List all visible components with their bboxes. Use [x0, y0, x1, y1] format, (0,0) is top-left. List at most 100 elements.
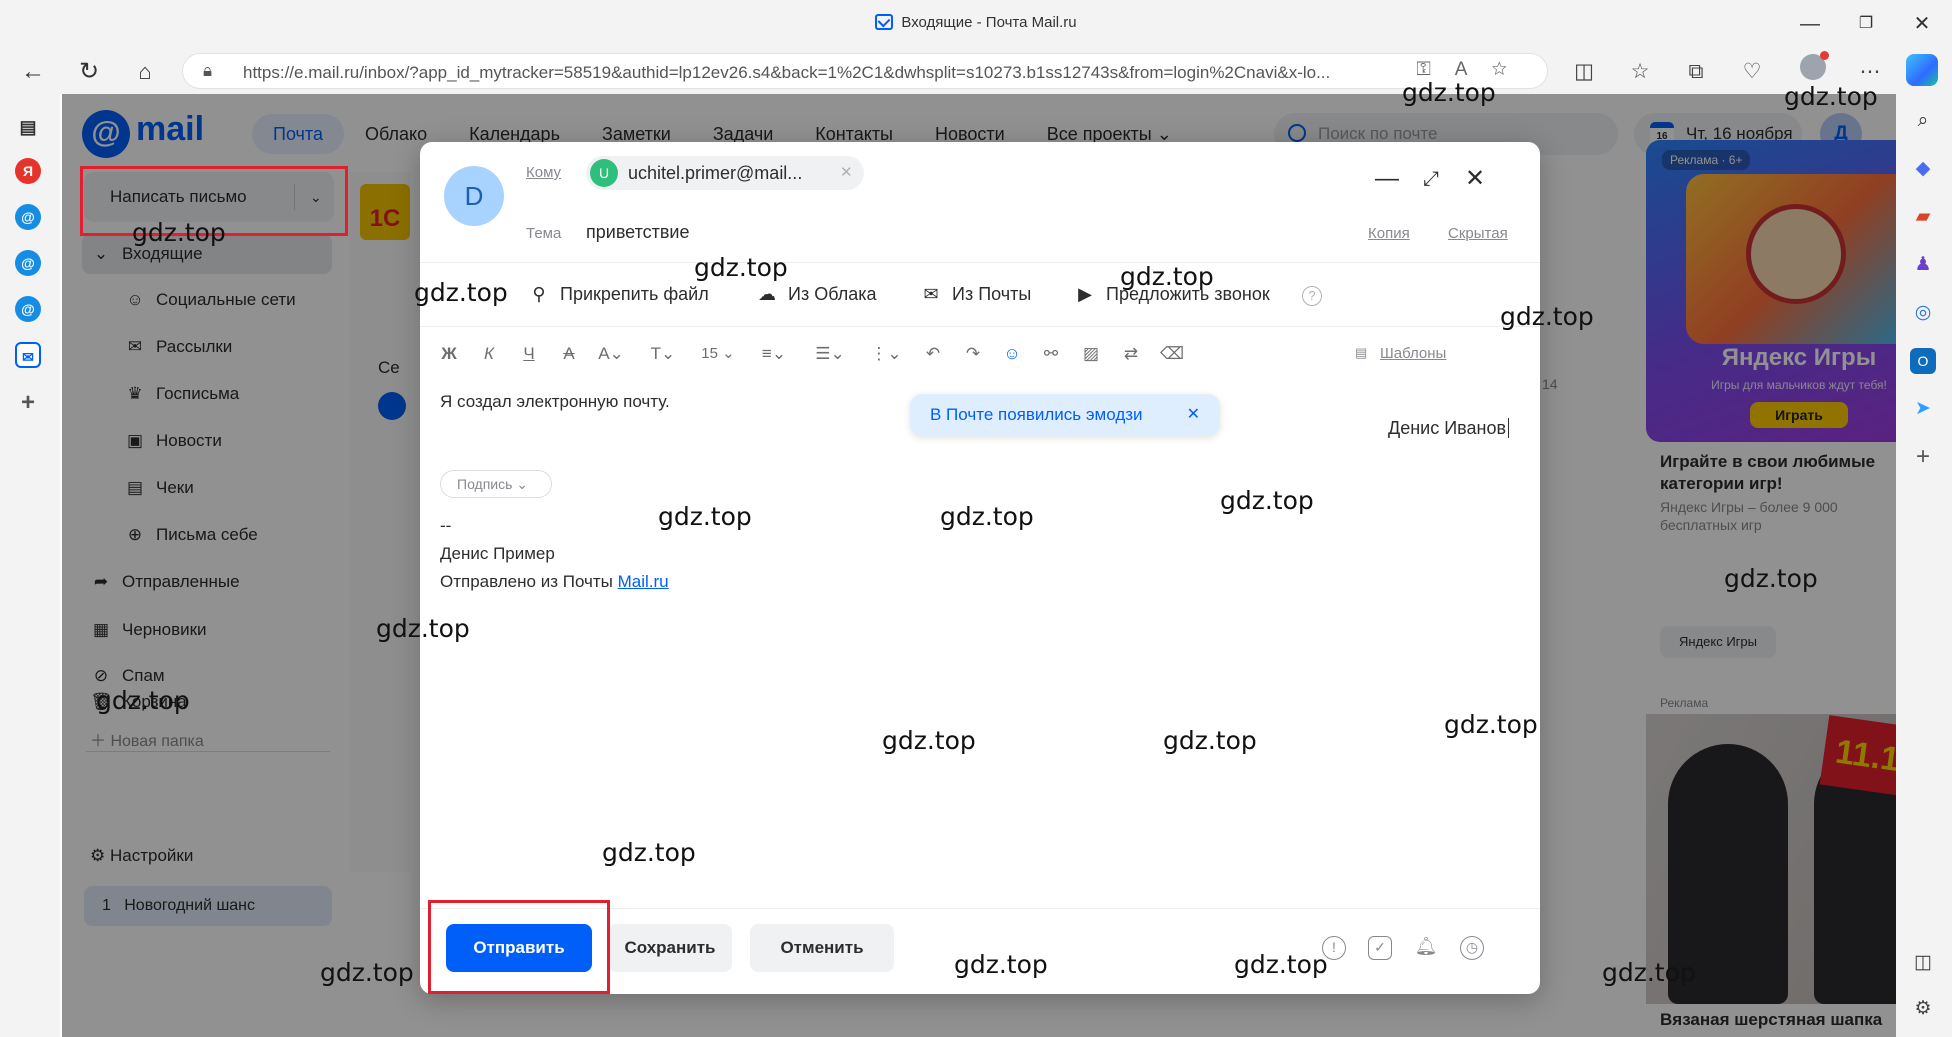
- message-body-line[interactable]: Я создал электронную почту.: [440, 392, 670, 412]
- back-arrow-icon[interactable]: ←: [16, 55, 50, 89]
- read-receipt-icon[interactable]: ✓: [1368, 936, 1392, 960]
- signature-sent-from: Отправлено из Почты Mail.ru: [440, 568, 669, 596]
- favorite-star-icon[interactable]: ☆: [1491, 59, 1531, 80]
- recipient-initial: U: [590, 159, 618, 187]
- indent-icon[interactable]: ☰⌄: [812, 342, 848, 366]
- typed-name[interactable]: Денис Иванов: [1388, 418, 1509, 439]
- tab-actions-icon[interactable]: ▤: [15, 114, 41, 140]
- italic-icon[interactable]: К: [478, 342, 500, 366]
- read-aloud-icon[interactable]: A: [1455, 59, 1492, 80]
- home-icon[interactable]: ⌂: [128, 55, 162, 89]
- mail-at-icon-2[interactable]: @: [15, 250, 41, 276]
- watermark: gdz.top: [1724, 564, 1818, 593]
- chevron-down-icon: ⌄: [516, 476, 529, 492]
- reminder-bell-icon[interactable]: 🔔︎: [1414, 936, 1438, 960]
- image-icon[interactable]: ▨: [1080, 342, 1102, 366]
- favorites-icon[interactable]: ☆: [1624, 56, 1656, 88]
- mail-at-icon[interactable]: @: [15, 204, 41, 230]
- search-sidebar-icon[interactable]: ⌕: [1910, 108, 1936, 134]
- cc-link[interactable]: Копия: [1368, 225, 1410, 242]
- eraser-icon[interactable]: ⌫: [1160, 342, 1184, 366]
- close-window-button[interactable]: ✕: [1902, 10, 1942, 38]
- reload-icon[interactable]: ↻: [72, 55, 106, 89]
- translate-icon[interactable]: ⇄: [1120, 342, 1142, 366]
- restore-button[interactable]: ❐: [1846, 10, 1886, 38]
- mail-ru-link[interactable]: Mail.ru: [618, 572, 669, 591]
- games-icon[interactable]: ♟: [1910, 252, 1936, 278]
- address-bar[interactable]: 🔒︎ https://e.mail.ru/inbox/?app_id_mytra…: [182, 53, 1548, 89]
- subject-label: Тема: [526, 225, 562, 242]
- bold-icon[interactable]: Ж: [438, 342, 460, 366]
- compose-modal: D Кому U uchitel.primer@mail... ✕ — ⤢ ✕ …: [420, 142, 1540, 994]
- outlook-icon[interactable]: O: [1910, 348, 1936, 374]
- key-icon[interactable]: ⚿: [1416, 59, 1454, 80]
- from-mail-button[interactable]: ✉ Из Почты: [920, 284, 1031, 305]
- templates-link[interactable]: Шаблоны: [1380, 345, 1446, 362]
- align-icon[interactable]: ≡⌄: [756, 342, 792, 366]
- save-button[interactable]: Сохранить: [608, 924, 732, 972]
- close-toast-icon[interactable]: ✕: [1187, 394, 1200, 436]
- signature-name: Денис Пример: [440, 544, 555, 563]
- strikethrough-icon[interactable]: A: [558, 342, 580, 366]
- collections-icon[interactable]: ⧉: [1680, 56, 1712, 88]
- highlight-send-button: [428, 900, 610, 994]
- briefcase-icon[interactable]: ▰: [1910, 204, 1936, 230]
- watermark: gdz.top: [414, 278, 508, 307]
- from-cloud-button[interactable]: ☁ Из Облака: [756, 284, 877, 305]
- browser-essentials-icon[interactable]: ♡: [1736, 56, 1768, 88]
- sidebar-layout-icon[interactable]: ◫: [1910, 950, 1936, 976]
- yandex-icon[interactable]: Я: [15, 158, 41, 184]
- attach-file-button[interactable]: ⚲ Прикрепить файл: [528, 284, 708, 305]
- mail-tab-icon[interactable]: ✉: [15, 342, 41, 368]
- send-icon[interactable]: ➤: [1910, 396, 1936, 422]
- minimize-compose-icon[interactable]: —: [1372, 164, 1402, 194]
- cancel-button[interactable]: Отменить: [750, 924, 894, 972]
- subject-input[interactable]: приветствие: [586, 222, 690, 243]
- watermark: gdz.top: [1220, 486, 1314, 515]
- close-compose-icon[interactable]: ✕: [1460, 164, 1490, 194]
- cloud-icon: ☁: [758, 284, 776, 304]
- from-cloud-label: Из Облака: [788, 284, 877, 304]
- m365-icon[interactable]: ◎: [1910, 300, 1936, 326]
- schedule-clock-icon[interactable]: ◷: [1460, 936, 1484, 960]
- add-tab-icon[interactable]: +: [15, 390, 41, 416]
- mail-at-icon-3[interactable]: @: [15, 296, 41, 322]
- divider: [420, 326, 1540, 327]
- divider: [420, 262, 1540, 263]
- templates-icon[interactable]: ▤: [1355, 345, 1367, 361]
- recipient-address: uchitel.primer@mail...: [628, 163, 803, 183]
- copilot-icon[interactable]: [1906, 54, 1938, 86]
- bcc-link[interactable]: Скрытая: [1448, 225, 1508, 242]
- watermark: gdz.top: [940, 502, 1034, 531]
- font-style-icon[interactable]: T⌄: [642, 342, 684, 366]
- sidebar-settings-icon[interactable]: ⚙: [1910, 996, 1936, 1022]
- underline-icon[interactable]: Ч: [518, 342, 540, 366]
- recipient-chip[interactable]: U uchitel.primer@mail... ✕: [586, 156, 864, 190]
- remove-recipient-icon[interactable]: ✕: [840, 163, 853, 181]
- watermark: gdz.top: [1163, 726, 1257, 755]
- undo-icon[interactable]: ↶: [922, 342, 944, 366]
- signature-dash: --: [440, 516, 452, 535]
- emoji-icon[interactable]: ☺: [1000, 342, 1024, 366]
- to-label[interactable]: Кому: [526, 164, 561, 181]
- expand-compose-icon[interactable]: ⤢: [1416, 164, 1446, 194]
- url-text[interactable]: https://e.mail.ru/inbox/?app_id_mytracke…: [243, 63, 1433, 83]
- add-sidebar-icon[interactable]: +: [1910, 444, 1936, 470]
- help-icon[interactable]: ?: [1302, 286, 1322, 306]
- watermark: gdz.top: [132, 218, 226, 247]
- list-icon[interactable]: ⋮⌄: [868, 342, 904, 366]
- font-size-select[interactable]: 15 ⌄: [696, 342, 740, 366]
- link-icon[interactable]: ⚯: [1040, 342, 1062, 366]
- watermark: gdz.top: [1120, 262, 1214, 291]
- emoji-notice-toast[interactable]: В Почте появились эмодзи ✕: [910, 394, 1220, 436]
- watermark: gdz.top: [1602, 958, 1696, 987]
- tag-icon[interactable]: ◆: [1910, 156, 1936, 182]
- text-color-icon[interactable]: A⌄: [594, 342, 628, 366]
- split-screen-icon[interactable]: ◫: [1568, 56, 1600, 88]
- minimize-button[interactable]: —: [1790, 10, 1830, 38]
- lock-icon: 🔒︎: [203, 61, 213, 80]
- profile-avatar[interactable]: [1800, 51, 1829, 80]
- watermark: gdz.top: [882, 726, 976, 755]
- redo-icon[interactable]: ↷: [962, 342, 984, 366]
- signature-dropdown[interactable]: Подпись ⌄: [440, 470, 552, 498]
